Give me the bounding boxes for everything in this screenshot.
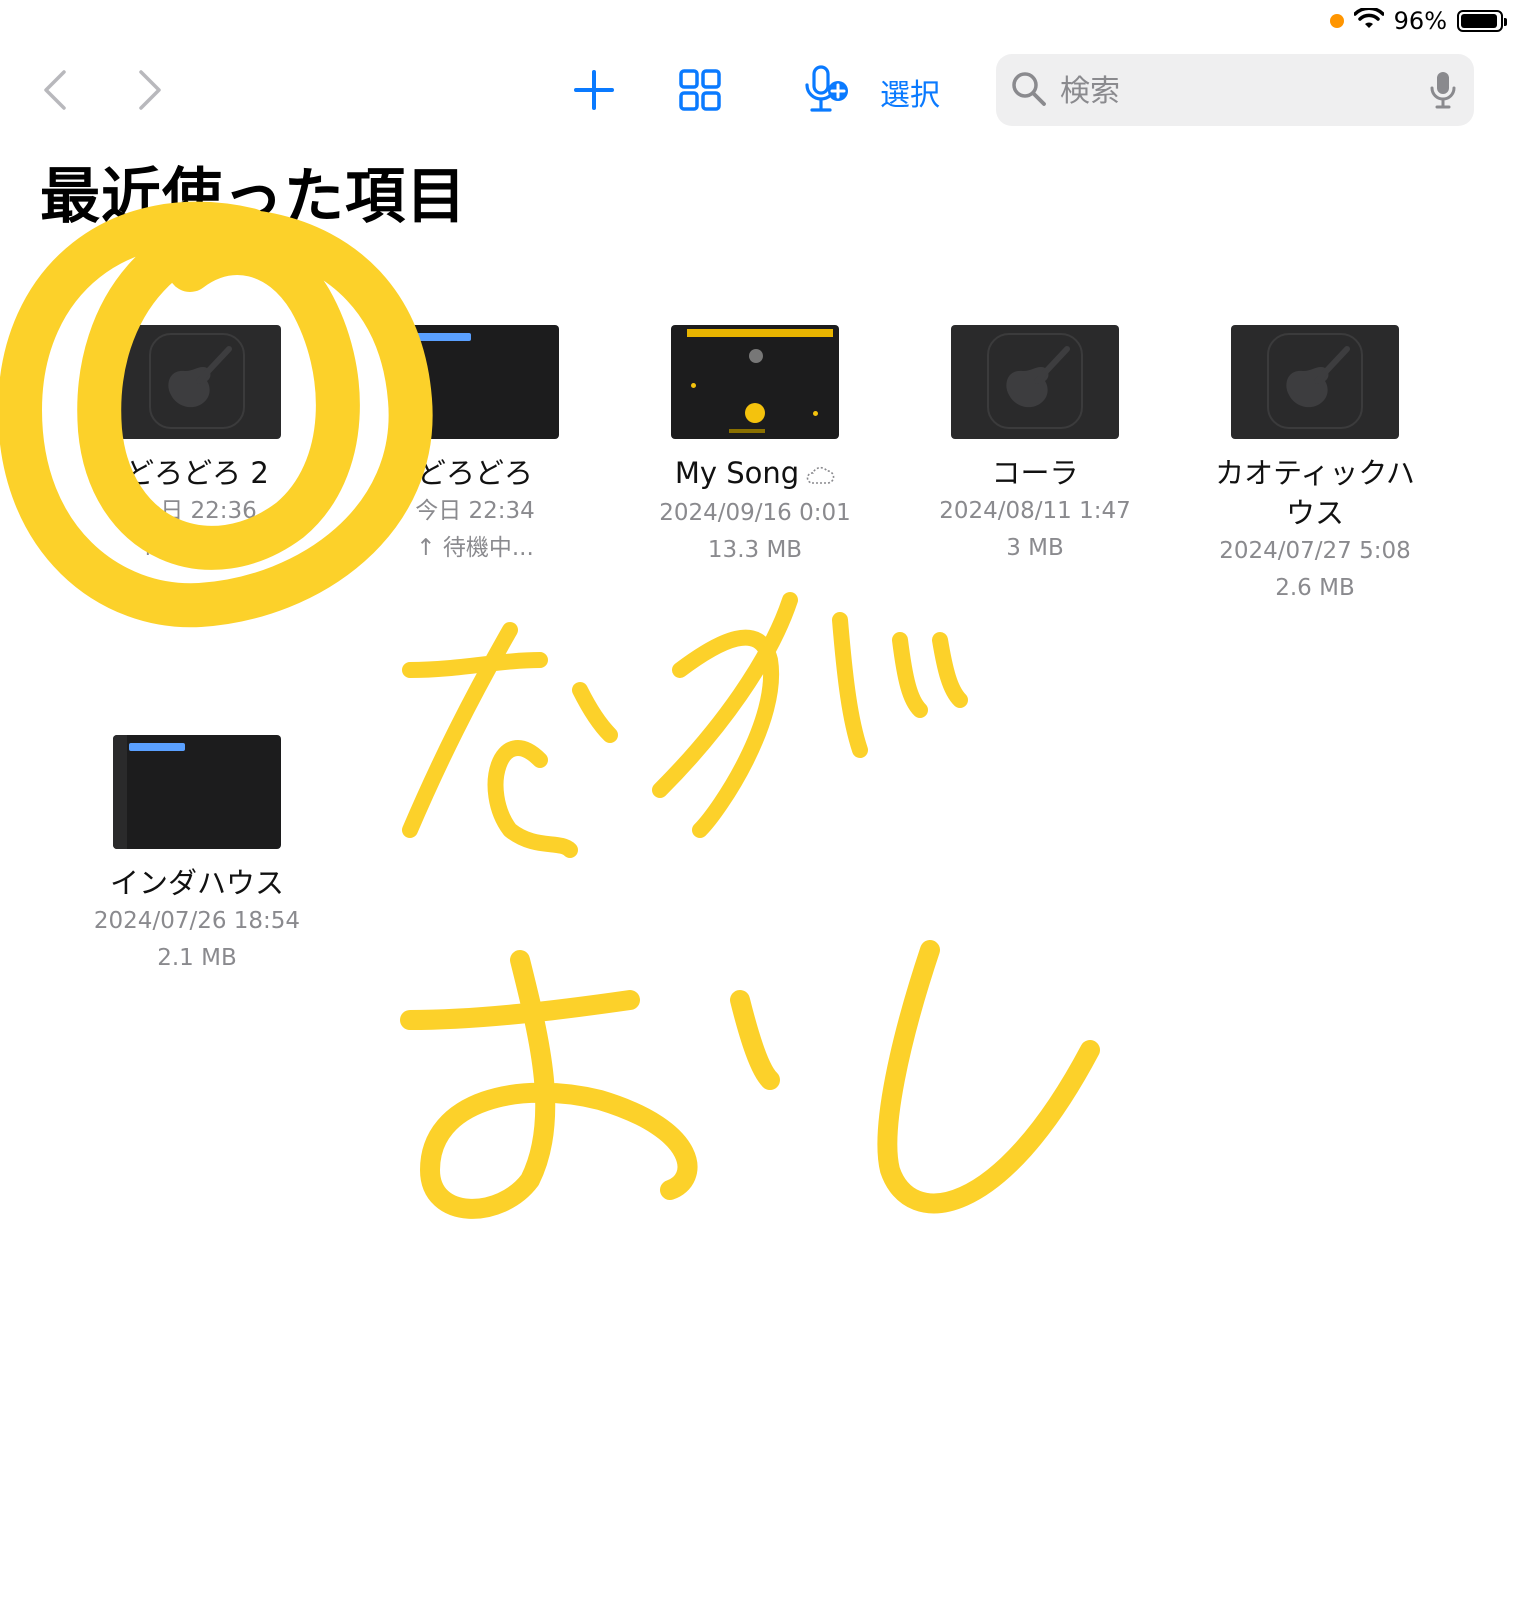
item-name: どろどろ 2 bbox=[125, 456, 269, 490]
item-date: 今日 22:34 bbox=[415, 498, 535, 524]
item-date: 2024/07/26 18:54 bbox=[93, 908, 301, 934]
new-recording-button[interactable] bbox=[798, 62, 854, 118]
item-date: 2024/08/11 1:47 bbox=[939, 498, 1131, 524]
select-button[interactable]: 選択 bbox=[880, 70, 940, 114]
battery-icon bbox=[1457, 10, 1507, 32]
item-name: どろどろ bbox=[416, 456, 533, 490]
file-item[interactable]: どろどろ 2 今日 22:36 ↑ 待機中... bbox=[82, 325, 312, 567]
item-date: 今日 22:36 bbox=[137, 498, 257, 524]
tracks-view-thumbnail bbox=[113, 735, 281, 849]
char-na bbox=[402, 622, 618, 858]
item-upload-status: ↑ 待機中... bbox=[138, 535, 256, 561]
char-i bbox=[892, 632, 968, 718]
item-date: 2024/07/27 5:08 bbox=[1219, 538, 1411, 564]
tracks-view-thumbnail bbox=[391, 325, 559, 439]
page-title: 最近使った項目 bbox=[40, 162, 467, 232]
item-upload-status: ↑ 待機中... bbox=[416, 535, 534, 561]
garageband-icon bbox=[951, 325, 1119, 439]
item-name: カオティックハウス bbox=[1215, 456, 1415, 530]
file-item[interactable]: コーラ 2024/08/11 1:47 3 MB bbox=[920, 325, 1150, 567]
item-size: 3 MB bbox=[1006, 535, 1064, 561]
garageband-icon bbox=[1231, 325, 1399, 439]
toolbar: 選択 bbox=[0, 54, 1517, 128]
back-button[interactable] bbox=[35, 66, 75, 114]
file-item[interactable]: カオティックハウス 2024/07/27 5:08 2.6 MB bbox=[1200, 325, 1430, 607]
file-item[interactable]: My Song 2024/09/16 0:01 13.3 MB bbox=[640, 325, 870, 569]
char-o bbox=[400, 950, 780, 1219]
item-size: 2.6 MB bbox=[1275, 575, 1355, 601]
file-item[interactable]: どろどろ 今日 22:34 ↑ 待機中... bbox=[360, 325, 590, 567]
item-name: My Song bbox=[674, 456, 800, 490]
chevron-left-icon bbox=[44, 70, 66, 110]
search-input[interactable] bbox=[1058, 54, 1412, 128]
forward-button[interactable] bbox=[130, 66, 170, 114]
item-date: 2024/09/16 0:01 bbox=[659, 500, 851, 526]
item-size: 2.1 MB bbox=[157, 945, 237, 971]
battery-percent: 96% bbox=[1393, 7, 1447, 35]
dictation-microphone-icon[interactable] bbox=[1430, 70, 1456, 114]
add-button[interactable] bbox=[568, 64, 620, 116]
item-name: インダハウス bbox=[109, 866, 284, 900]
grid-icon bbox=[679, 69, 721, 111]
microphone-add-icon bbox=[805, 65, 848, 112]
status-bar: 96% bbox=[1329, 6, 1507, 36]
wifi-icon bbox=[1352, 6, 1385, 34]
drummer-view-thumbnail bbox=[671, 325, 839, 439]
recording-indicator-dot bbox=[1329, 14, 1344, 28]
search-icon bbox=[1010, 70, 1048, 112]
item-size: 13.3 MB bbox=[707, 537, 803, 563]
garageband-icon bbox=[113, 325, 281, 439]
plus-icon bbox=[574, 70, 614, 110]
icloud-icon bbox=[805, 455, 835, 495]
item-name: コーラ bbox=[991, 456, 1079, 490]
file-item[interactable]: インダハウス 2024/07/26 18:54 2.1 MB bbox=[82, 735, 312, 977]
search-bar[interactable] bbox=[996, 54, 1474, 128]
char-ka bbox=[652, 592, 868, 838]
char-shi bbox=[877, 940, 1100, 1214]
view-toggle-button[interactable] bbox=[674, 64, 726, 116]
chevron-right-icon bbox=[139, 70, 161, 110]
